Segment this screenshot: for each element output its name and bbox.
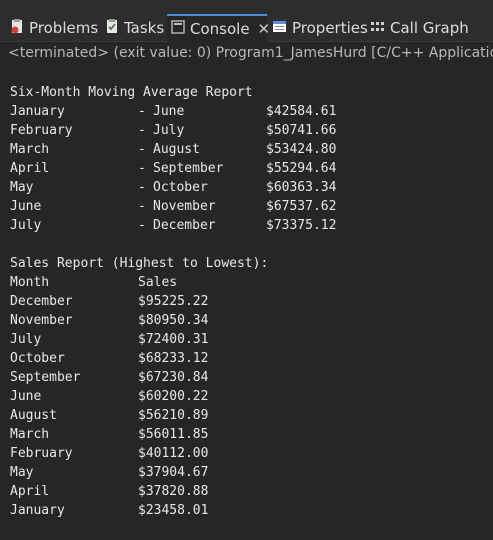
tab-label: Tasks xyxy=(124,19,165,37)
sales-value: $60200.22 xyxy=(138,389,209,404)
sales-month: August xyxy=(10,408,57,423)
end-month: October xyxy=(153,180,208,195)
end-month: August xyxy=(153,142,200,157)
end-month: September xyxy=(153,161,224,176)
sales-value: $56210.89 xyxy=(138,408,209,423)
moving-average-value: $67537.62 xyxy=(266,199,337,214)
sales-value: $37904.67 xyxy=(138,465,209,480)
tab-problems[interactable]: Problems xyxy=(10,14,98,42)
sales-month: September xyxy=(10,370,81,385)
start-month: June xyxy=(10,199,42,214)
sales-report-header: Month Sales xyxy=(10,273,490,292)
tab-tasks[interactable]: Tasks xyxy=(105,14,164,42)
range-dash: - xyxy=(138,104,146,119)
sales-row: October $68233.12 xyxy=(10,349,490,368)
sales-value: $40112.00 xyxy=(138,446,209,461)
moving-average-row: April - September $55294.64 xyxy=(10,159,490,178)
end-month: November xyxy=(153,199,216,214)
end-month: December xyxy=(153,218,216,233)
end-month: July xyxy=(153,123,185,138)
moving-average-value: $50741.66 xyxy=(266,123,337,138)
sales-row: February $40112.00 xyxy=(10,444,490,463)
sales-row: May $37904.67 xyxy=(10,463,490,482)
tab-properties[interactable]: Properties xyxy=(272,14,368,42)
moving-average-row: February - July $50741.66 xyxy=(10,121,490,140)
console-status-line: <terminated> (exit value: 0) Program1_Ja… xyxy=(8,45,493,61)
sales-row: December $95225.22 xyxy=(10,292,490,311)
sales-month: April xyxy=(10,484,50,499)
moving-average-value: $60363.34 xyxy=(266,180,337,195)
start-month: January xyxy=(10,104,65,119)
range-dash: - xyxy=(138,218,146,233)
moving-average-rows: January - June $42584.61 February - July $50741… xyxy=(10,102,490,235)
start-month: May xyxy=(10,180,34,195)
call-graph-icon xyxy=(370,19,385,37)
view-tab-bar: Problems Tasks Console ✕ Properties Call… xyxy=(0,0,493,42)
end-month: June xyxy=(153,104,185,119)
sales-value: $67230.84 xyxy=(138,370,209,385)
sales-report-rows: December $95225.22 November $80950.34 July $7… xyxy=(10,292,490,520)
sales-value: $72400.31 xyxy=(138,332,209,347)
tab-label: Problems xyxy=(29,19,99,37)
tab-label: Properties xyxy=(292,19,368,37)
sales-row: July $72400.31 xyxy=(10,330,490,349)
range-dash: - xyxy=(138,180,146,195)
moving-average-row: May - October $60363.34 xyxy=(10,178,490,197)
moving-average-row: January - June $42584.61 xyxy=(10,102,490,121)
sales-row: April $37820.88 xyxy=(10,482,490,501)
range-dash: - xyxy=(138,123,146,138)
range-dash: - xyxy=(138,161,146,176)
moving-average-row: July - December $73375.12 xyxy=(10,216,490,235)
tab-console[interactable]: Console ✕ xyxy=(167,14,270,42)
start-month: April xyxy=(10,161,50,176)
sales-month: July xyxy=(10,332,42,347)
tasks-icon xyxy=(105,18,119,38)
start-month: February xyxy=(10,123,73,138)
moving-average-value: $42584.61 xyxy=(266,104,337,119)
sales-row: March $56011.85 xyxy=(10,425,490,444)
tab-label: Call Graph xyxy=(390,19,469,37)
sales-month: October xyxy=(10,351,65,366)
sales-value: $68233.12 xyxy=(138,351,209,366)
sales-value: $37820.88 xyxy=(138,484,209,499)
console-output[interactable]: Six-Month Moving Average Report January -… xyxy=(10,83,490,520)
sales-row: September $67230.84 xyxy=(10,368,490,387)
moving-average-value: $53424.80 xyxy=(266,142,337,157)
sales-month: December xyxy=(10,294,73,309)
tab-call-graph[interactable]: Call Graph xyxy=(370,14,469,42)
tab-label: Console xyxy=(190,20,250,38)
moving-average-value: $73375.12 xyxy=(266,218,337,233)
sales-month: June xyxy=(10,389,42,404)
problems-icon xyxy=(10,18,24,38)
sales-month: May xyxy=(10,465,34,480)
sales-row: January $23458.01 xyxy=(10,501,490,520)
sales-value: $95225.22 xyxy=(138,294,209,309)
sales-row: November $80950.34 xyxy=(10,311,490,330)
month-column-header: Month xyxy=(10,275,50,290)
moving-average-title: Six-Month Moving Average Report xyxy=(10,85,253,100)
sales-month: March xyxy=(10,427,50,442)
start-month: July xyxy=(10,218,42,233)
sales-column-header: Sales xyxy=(138,275,178,290)
range-dash: - xyxy=(138,142,146,157)
sales-month: January xyxy=(10,503,65,518)
sales-month: November xyxy=(10,313,73,328)
start-month: March xyxy=(10,142,50,157)
properties-icon xyxy=(272,19,287,37)
range-dash: - xyxy=(138,199,146,214)
sales-row: June $60200.22 xyxy=(10,387,490,406)
sales-value: $23458.01 xyxy=(138,503,209,518)
moving-average-row: March - August $53424.80 xyxy=(10,140,490,159)
sales-row: August $56210.89 xyxy=(10,406,490,425)
console-icon xyxy=(171,20,185,38)
moving-average-value: $55294.64 xyxy=(266,161,337,176)
sales-value: $56011.85 xyxy=(138,427,209,442)
sales-month: February xyxy=(10,446,73,461)
moving-average-row: June - November $67537.62 xyxy=(10,197,490,216)
close-icon[interactable]: ✕ xyxy=(258,20,271,38)
sales-report-title: Sales Report (Highest to Lowest): xyxy=(10,256,269,271)
sales-value: $80950.34 xyxy=(138,313,209,328)
